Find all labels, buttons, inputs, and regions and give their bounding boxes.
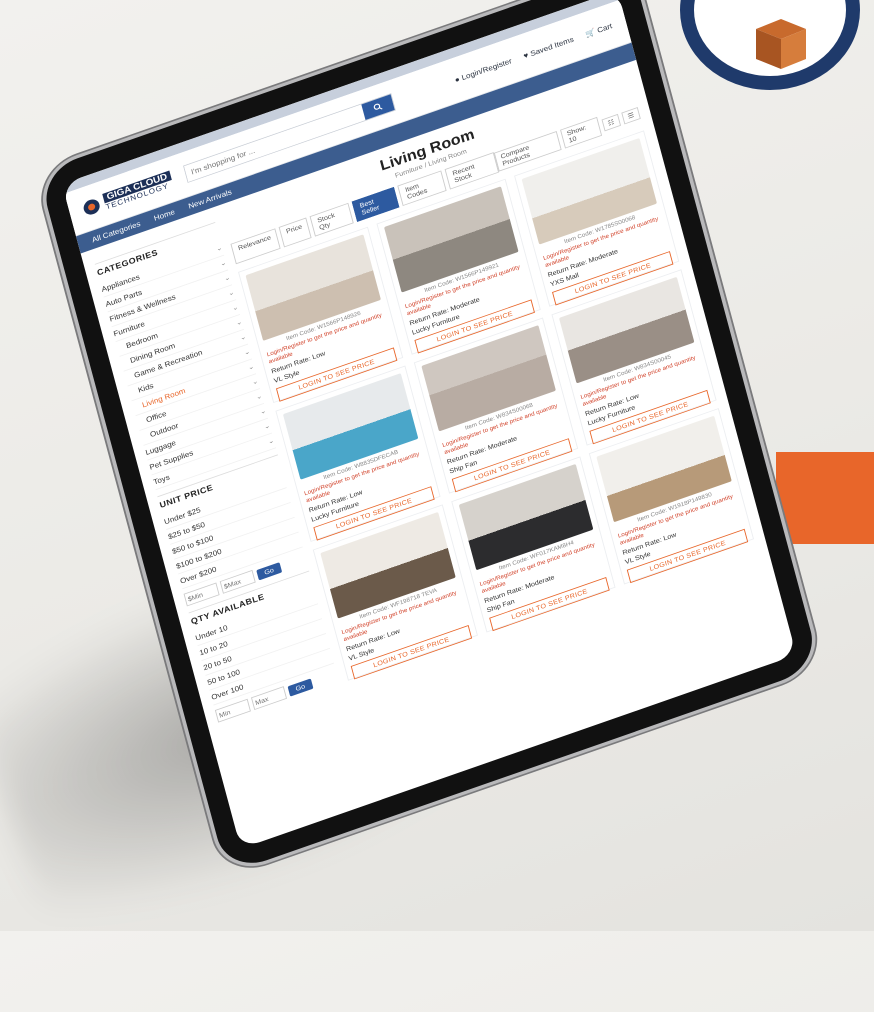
cart-link[interactable]: 🛒 Cart	[584, 21, 613, 39]
category-label: Toys	[152, 472, 171, 487]
chevron-down-icon: ⌄	[227, 288, 235, 298]
chevron-down-icon: ⌄	[251, 377, 259, 387]
chevron-down-icon: ⌄	[231, 303, 239, 313]
chevron-down-icon: ⌄	[263, 421, 271, 431]
sort-stock[interactable]: Stock Qty	[309, 202, 355, 237]
show-select[interactable]: Show: 10	[560, 117, 602, 149]
sort-price[interactable]: Price	[278, 217, 312, 248]
nav-home[interactable]: Home	[153, 207, 176, 222]
search-icon	[373, 103, 383, 110]
cart-icon: 🛒	[584, 27, 597, 39]
search-button[interactable]	[361, 94, 395, 121]
user-icon: ●	[453, 74, 461, 85]
logo-icon	[82, 197, 102, 217]
saved-label: Saved Items	[529, 35, 575, 58]
list-view-button[interactable]: ☰	[621, 106, 641, 125]
chevron-down-icon: ⌄	[215, 243, 223, 253]
chevron-down-icon: ⌄	[219, 258, 227, 268]
chevron-down-icon: ⌄	[239, 332, 247, 342]
chevron-down-icon: ⌄	[235, 317, 243, 327]
saved-items-link[interactable]: ♥ Saved Items	[523, 35, 575, 60]
heart-icon: ♥	[522, 50, 530, 61]
qty-go-button[interactable]: Go	[287, 678, 314, 697]
user-link[interactable]: ● Login/Register	[454, 57, 513, 85]
chevron-down-icon: ⌄	[267, 436, 275, 446]
user-label: Login/Register	[460, 56, 513, 82]
chevron-down-icon: ⌄	[243, 347, 251, 357]
chevron-down-icon: ⌄	[247, 362, 255, 372]
chevron-down-icon: ⌄	[223, 273, 231, 283]
price-go-button[interactable]: Go	[256, 561, 282, 581]
tablet-device: GIGA CLOUD TECHNOLOGY ●	[38, 0, 821, 874]
chevron-down-icon: ⌄	[259, 406, 267, 416]
cart-label: Cart	[596, 21, 613, 35]
chevron-down-icon: ⌄	[255, 392, 263, 402]
grid-view-button[interactable]: ☷	[601, 113, 621, 132]
category-label: Kids	[137, 381, 155, 395]
